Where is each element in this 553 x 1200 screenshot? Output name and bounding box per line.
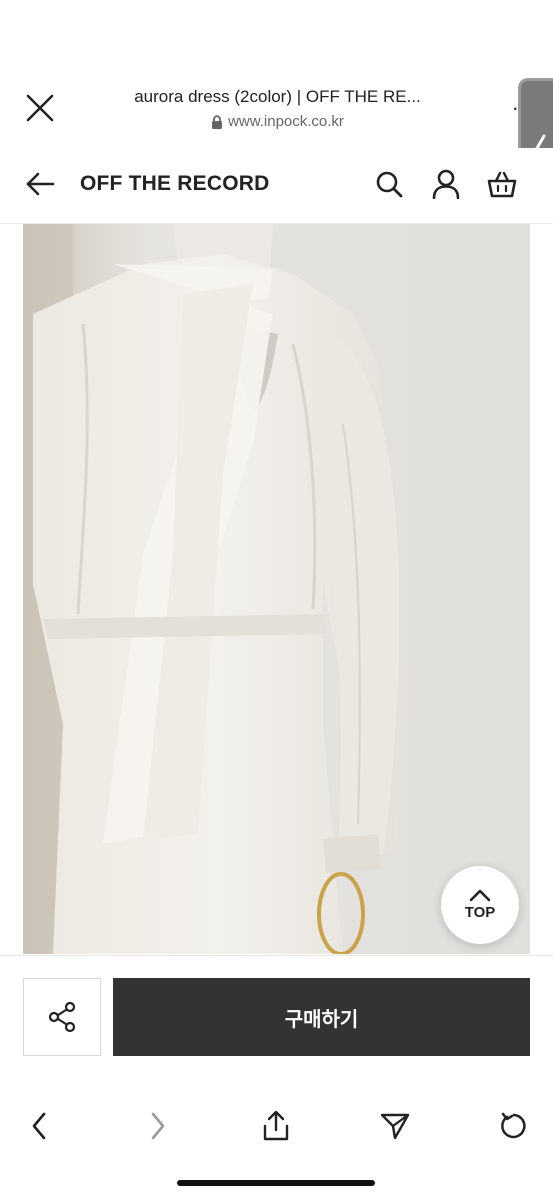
home-indicator — [177, 1180, 375, 1186]
share-upload-icon — [263, 1110, 289, 1141]
browser-header: aurora dress (2color) | OFF THE RE... ww… — [0, 0, 553, 222]
browser-share-button[interactable] — [254, 1104, 298, 1148]
chevron-right-icon — [151, 1112, 165, 1140]
browser-forward-button[interactable] — [136, 1104, 180, 1148]
close-button[interactable] — [20, 88, 60, 128]
browser-send-button[interactable] — [373, 1104, 417, 1148]
browser-title-block: aurora dress (2color) | OFF THE RE... ww… — [90, 86, 465, 132]
cart-button[interactable] — [482, 164, 522, 204]
site-nav: OFF THE RECORD — [0, 148, 553, 224]
send-icon — [380, 1113, 410, 1140]
account-button[interactable] — [426, 164, 466, 204]
buy-button[interactable]: 구매하기 — [113, 978, 530, 1056]
page-url: www.inpock.co.kr — [228, 113, 344, 130]
arrow-left-icon — [26, 172, 55, 196]
search-icon — [376, 171, 403, 198]
scroll-to-top-button[interactable]: TOP — [441, 866, 519, 944]
page-title: aurora dress (2color) | OFF THE RE... — [134, 87, 421, 106]
product-photo-drawing — [23, 224, 530, 954]
browser-back-button[interactable] — [17, 1104, 61, 1148]
browser-reload-button[interactable] — [492, 1104, 536, 1148]
lock-icon — [212, 114, 223, 129]
chevron-left-icon — [32, 1112, 46, 1140]
top-button-label: TOP — [464, 904, 496, 921]
search-button[interactable] — [369, 164, 409, 204]
share-icon — [48, 1001, 76, 1033]
close-icon — [26, 94, 54, 122]
store-name[interactable]: OFF THE RECORD — [80, 170, 269, 198]
share-button[interactable] — [23, 978, 101, 1056]
back-button[interactable] — [20, 164, 60, 204]
url-row: www.inpock.co.kr — [90, 112, 465, 132]
purchase-action-bar: 구매하기 — [0, 955, 553, 1080]
user-icon — [432, 169, 460, 199]
reload-icon — [501, 1112, 526, 1139]
product-image — [23, 224, 530, 954]
shopping-basket-icon — [487, 171, 517, 198]
chevron-up-icon — [469, 889, 491, 902]
